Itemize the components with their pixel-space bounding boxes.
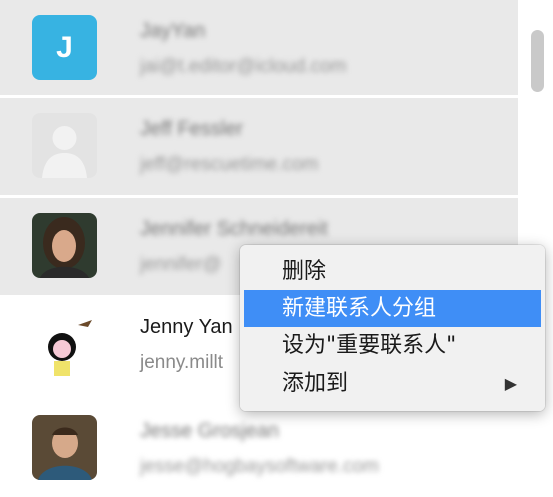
portrait-photo-icon [32,415,97,480]
contact-name: Jesse Grosjean [140,420,279,442]
contact-email: jeff@rescuetime.com [140,154,319,175]
avatar-photo [32,415,97,480]
menu-item-set-favorite[interactable]: 设为"重要联系人" [244,327,541,364]
avatar [32,113,97,178]
menu-item-new-contact-group[interactable]: 新建联系人分组 [244,290,541,327]
menu-item-label: 设为"重要联系人" [282,333,457,358]
avatar-cartoon [32,311,97,376]
contact-row-jesse-grosjean[interactable]: Jesse Grosjean jesse@hogbaysoftware.com [0,400,518,497]
contact-name: Jenny Yan [140,316,233,338]
menu-item-label: 新建联系人分组 [282,296,437,321]
contact-email: jennifer@ [140,254,222,275]
contact-name: JayYan [140,20,206,42]
avatar-letter: J [56,30,73,64]
person-silhouette-icon [42,126,87,178]
menu-item-delete[interactable]: 删除 [244,253,541,290]
contact-email: jenny.millt [140,352,224,373]
contact-row-jayyan[interactable]: J JayYan jai@t.editor@icloud.com [0,0,518,97]
contact-name: Jeff Fessler [140,118,243,140]
avatar-photo [32,213,97,278]
menu-item-label: 删除 [282,259,327,284]
portrait-photo-icon [32,213,97,278]
contact-email: jesse@hogbaysoftware.com [140,456,379,477]
cartoon-girl-icon [32,311,97,376]
submenu-arrow-icon: ▶ [504,374,517,393]
vertical-scrollbar-thumb[interactable] [531,30,544,92]
contact-email: jai@t.editor@icloud.com [140,56,347,77]
context-menu: 删除 新建联系人分组 设为"重要联系人" 添加到 ▶ [240,245,545,411]
contact-name: Jennifer Schneidereit [140,218,328,240]
contact-row-jeff-fessler[interactable]: Jeff Fessler jeff@rescuetime.com [0,98,518,195]
menu-item-add-to[interactable]: 添加到 ▶ [244,365,541,402]
contact-list: J JayYan jai@t.editor@icloud.com Jeff Fe… [0,0,518,497]
avatar: J [32,15,97,80]
menu-item-label: 添加到 [282,371,349,396]
